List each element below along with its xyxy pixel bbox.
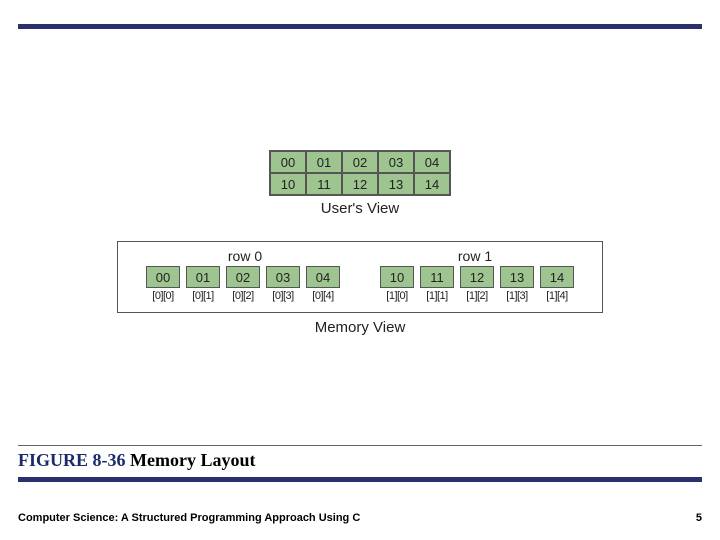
users-cell: 13 <box>378 173 414 195</box>
memory-cell: 13 <box>500 266 534 288</box>
memory-cell: 12 <box>460 266 494 288</box>
memory-cell: 02 <box>226 266 260 288</box>
footer-book-title: Computer Science: A Structured Programmi… <box>18 512 360 524</box>
memory-index: [0][0] <box>146 290 180 302</box>
users-cell: 11 <box>306 173 342 195</box>
memory-index: [0][1] <box>186 290 220 302</box>
footer: Computer Science: A Structured Programmi… <box>18 512 702 524</box>
footer-page-number: 5 <box>696 512 702 524</box>
memory-view-label: Memory View <box>315 319 406 336</box>
users-view-row0: 00 01 02 03 04 <box>270 151 450 173</box>
memory-index: [1][0] <box>380 290 414 302</box>
memory-group-headers: row 0 row 1 <box>130 248 590 264</box>
memory-header-row0: row 0 <box>130 248 360 264</box>
figure-content: 00 01 02 03 04 10 11 12 13 14 User's Vie… <box>0 60 720 336</box>
memory-cell: 03 <box>266 266 300 288</box>
memory-cell: 04 <box>306 266 340 288</box>
memory-cell: 10 <box>380 266 414 288</box>
memory-indices-row: [0][0] [0][1] [0][2] [0][3] [0][4] [1][0… <box>146 290 574 302</box>
figure-title: Memory Layout <box>126 450 256 470</box>
users-cell: 00 <box>270 151 306 173</box>
memory-index: [0][2] <box>226 290 260 302</box>
caption-bottom-rule <box>18 477 702 482</box>
users-cell: 10 <box>270 173 306 195</box>
users-cell: 01 <box>306 151 342 173</box>
users-cell: 03 <box>378 151 414 173</box>
memory-view-box: row 0 row 1 00 01 02 03 04 10 11 12 13 1… <box>117 241 603 313</box>
memory-cell: 11 <box>420 266 454 288</box>
memory-index: [1][2] <box>460 290 494 302</box>
users-view-block: 00 01 02 03 04 10 11 12 13 14 User's Vie… <box>269 150 451 217</box>
users-cell: 14 <box>414 173 450 195</box>
memory-index: [1][1] <box>420 290 454 302</box>
memory-index: [0][4] <box>306 290 340 302</box>
memory-index: [1][4] <box>540 290 574 302</box>
figure-number: FIGURE 8-36 <box>18 450 126 470</box>
memory-cell: 01 <box>186 266 220 288</box>
caption-area: FIGURE 8-36 Memory Layout <box>18 445 702 482</box>
memory-cells-row: 00 01 02 03 04 10 11 12 13 14 <box>146 266 574 288</box>
users-view-grid: 00 01 02 03 04 10 11 12 13 14 <box>269 150 451 196</box>
memory-cell: 14 <box>540 266 574 288</box>
top-rule <box>18 24 702 29</box>
figure-caption: FIGURE 8-36 Memory Layout <box>18 450 702 475</box>
users-view-row1: 10 11 12 13 14 <box>270 173 450 195</box>
users-cell: 02 <box>342 151 378 173</box>
users-cell: 12 <box>342 173 378 195</box>
memory-cell: 00 <box>146 266 180 288</box>
memory-index: [1][3] <box>500 290 534 302</box>
memory-index: [0][3] <box>266 290 300 302</box>
users-view-label: User's View <box>321 200 399 217</box>
memory-header-row1: row 1 <box>360 248 590 264</box>
users-cell: 04 <box>414 151 450 173</box>
caption-top-rule <box>18 445 702 446</box>
